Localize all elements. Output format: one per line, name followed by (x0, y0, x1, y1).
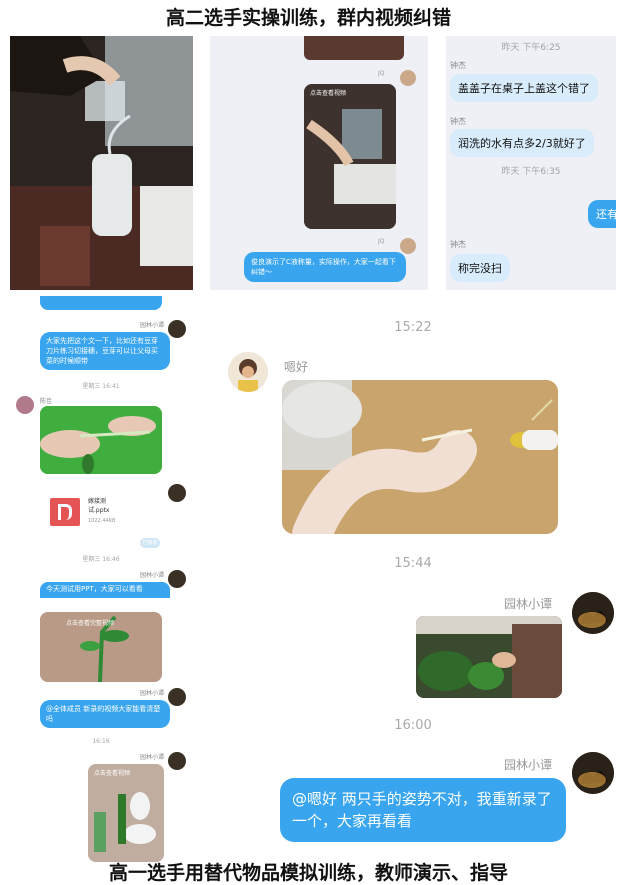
timestamp-2: 15:44 (394, 556, 432, 571)
bottom-caption: 高一选手用替代物品模拟训练，教师演示、指导 (108, 862, 508, 884)
file-status: 已接收 (140, 538, 160, 548)
teacher-avatar (572, 592, 614, 634)
message-bubble-1[interactable]: 大家先把这个文一下，比如还有豆芽刀片练习切接穗，豆芽可以让父母买菜的时候顺带 (40, 332, 170, 370)
video-frame-image (304, 84, 396, 229)
teacher-avatar (168, 320, 186, 338)
student-avatar (16, 396, 34, 414)
timestamp-2: 昨天 下午6:35 (501, 167, 561, 177)
message-bubble-3[interactable]: 还有 (588, 200, 616, 228)
teacher-avatar-2 (572, 752, 614, 794)
message-bubble-3[interactable]: @全体成员 新录的视频大家能看清楚吗 (40, 700, 170, 728)
video-thumbnail[interactable]: 点击查看视频 (304, 84, 396, 229)
avatar-image-3 (572, 752, 614, 794)
video-label: 点击查看完整视频 (66, 620, 115, 627)
video-label-2: 点击查看视频 (94, 770, 131, 777)
file-name: 嫁接测试.pptx (88, 498, 110, 514)
chat-panel-video: JQ 点击查看视频 JQ 俊良演示了C液称量，实际操作，大家一起看下纠错～ (210, 36, 428, 290)
sender-name-2: 钟杰 (450, 117, 466, 126)
sender-name-5: 园林小谭 (140, 690, 165, 697)
timestamp: 星期三 16:41 (82, 383, 120, 390)
sender-name: 园林小谭 (140, 322, 165, 329)
grafting-photo[interactable] (40, 406, 162, 474)
teacher-avatar-5 (168, 752, 186, 770)
sender-name-6: 园林小谭 (140, 754, 165, 761)
message-bubble-1[interactable]: 盖盖子在桌子上盖这个错了 (450, 74, 598, 102)
video-frame-image-2 (88, 764, 164, 862)
top-caption: 高二选手实操训练，群内视频纠错 (165, 7, 451, 29)
avatar-image (228, 352, 268, 392)
teacher-avatar-2 (168, 484, 186, 502)
avatar-image-2 (572, 592, 614, 634)
sender-name: 钟杰 (450, 61, 466, 70)
timestamp-3: 16:16 (92, 738, 110, 745)
student-avatar (228, 352, 268, 392)
grafting-image (40, 406, 162, 474)
previous-bubble[interactable] (40, 296, 162, 310)
timestamp-3: 16:00 (394, 718, 432, 733)
sender-avatar (400, 70, 416, 86)
sender-badge-2: JQ (378, 238, 385, 245)
pptx-file-icon (50, 498, 80, 526)
video-thumbnail-2[interactable]: 点击查看视频 (88, 764, 164, 862)
sender-name-3: 园林小谭 (504, 758, 553, 772)
sender-name-2: 园林小谭 (504, 597, 553, 611)
demo-image (416, 616, 562, 698)
lab-photo (10, 36, 193, 290)
message-bubble[interactable]: @嗯好 两只手的姿势不对，我重新录了一个，大家再看看 (280, 778, 566, 842)
message-bubble-2[interactable]: 今天测试用PPT，大家可以看看 (40, 582, 170, 598)
lab-scene-image (10, 36, 193, 290)
practice-image (282, 380, 558, 534)
file-size: 1022.44KB (88, 518, 116, 524)
message-bubble-2[interactable]: 润洗的水有点多2/3就好了 (450, 129, 594, 157)
teacher-avatar-3 (168, 570, 186, 588)
sender-avatar-2 (400, 238, 416, 254)
file-card[interactable]: 嫁接测试.pptx 1022.44KB (40, 488, 126, 534)
teacher-avatar-4 (168, 688, 186, 706)
sender-name-2: 陈佳 (40, 398, 53, 405)
chat-panel-demo: 15:22 嗯好 15:44 园林小谭 16:00 园林小谭 @嗯好 两只手的姿… (210, 296, 616, 852)
chat-panel-grafting: 园林小谭 大家先把这个文一下，比如还有豆芽刀片练习切接穗，豆芽可以让父母买菜的时… (10, 296, 192, 862)
sender-badge: JQ (378, 70, 385, 77)
divider (10, 598, 192, 606)
previous-video-thumb[interactable] (304, 36, 404, 60)
timestamp-2: 星期三 16:46 (82, 556, 120, 563)
demo-photo[interactable] (416, 616, 562, 698)
timestamp: 昨天 下午6:25 (501, 43, 561, 53)
message-bubble[interactable]: 俊良演示了C液称量，实际操作，大家一起看下纠错～ (244, 252, 406, 282)
sender-name: 嗯好 (284, 360, 309, 374)
chat-panel-corrections: 昨天 下午6:25 钟杰 盖盖子在桌子上盖这个错了 钟杰 润洗的水有点多2/3就… (446, 36, 616, 290)
video-thumbnail[interactable]: 点击查看完整视频 (40, 612, 162, 682)
video-label: 点击查看视频 (310, 90, 347, 97)
practice-photo[interactable] (282, 380, 558, 534)
timestamp: 15:22 (394, 320, 432, 335)
sender-name-3: 钟杰 (450, 240, 466, 249)
message-bubble-4[interactable]: 称完没扫 (450, 254, 510, 282)
sender-name-4: 园林小谭 (140, 572, 165, 579)
